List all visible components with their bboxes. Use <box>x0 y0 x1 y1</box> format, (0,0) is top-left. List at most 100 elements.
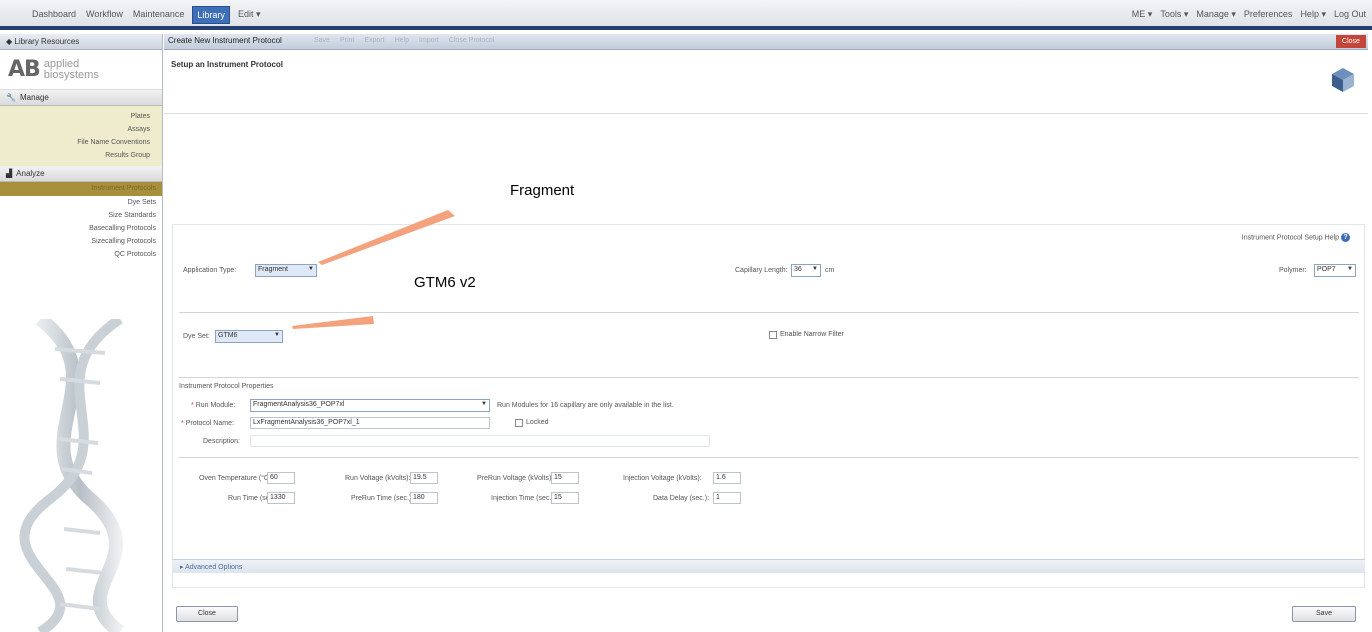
protocol-form: Instrument Protocol Setup Help ? Applica… <box>172 224 1365 588</box>
divider <box>179 457 1359 458</box>
prerun-voltage-input[interactable]: 15 <box>551 472 579 484</box>
menu-library[interactable]: Library <box>192 6 230 24</box>
page-header: Setup an Instrument Protocol <box>164 50 1368 114</box>
menu-maintenance[interactable]: Maintenance <box>131 9 187 24</box>
application-type-label: Application Type: <box>183 267 237 274</box>
dye-set-label: Dye Set: <box>183 333 210 340</box>
enable-narrow-filter-label: Enable Narrow Filter <box>780 331 844 338</box>
toolbar-import[interactable]: Import <box>419 37 439 44</box>
toolbar-save[interactable]: Save <box>314 37 330 44</box>
toolbar: Save Print Export Help Import Close Prot… <box>314 37 494 44</box>
description-input[interactable] <box>250 435 710 447</box>
injection-voltage-input[interactable]: 1.6 <box>713 472 741 484</box>
run-time-input[interactable]: 1330 <box>267 492 295 504</box>
chevron-down-icon: ▼ <box>274 332 280 338</box>
sidebar-item-qc-protocols[interactable]: QC Protocols <box>0 248 162 261</box>
company-logo: AB applied biosystems <box>0 50 162 90</box>
cube-logo-icon <box>1332 68 1354 92</box>
sidebar-item-results-group[interactable]: Results Group <box>0 149 156 162</box>
divider <box>179 377 1359 378</box>
logo-mark: AB <box>8 57 41 82</box>
sidebar-item-plates[interactable]: Plates <box>0 110 156 123</box>
injection-voltage-label: Injection Voltage (kVolts): <box>623 475 702 482</box>
locked-label: Locked <box>526 419 549 426</box>
data-delay-label: Data Delay (sec.): <box>653 495 710 502</box>
chevron-down-icon: ▼ <box>1347 266 1353 272</box>
save-button[interactable]: Save <box>1292 606 1356 622</box>
properties-heading: Instrument Protocol Properties <box>179 383 274 390</box>
advanced-options-toggle[interactable]: ▸ Advanced Options <box>172 559 1365 573</box>
dye-set-select[interactable]: GTM6 ▼ <box>215 330 283 343</box>
close-button[interactable]: Close <box>176 606 238 622</box>
main-menu: Dashboard Workflow Maintenance Library E… <box>30 6 263 24</box>
help-icon: ? <box>1341 233 1350 242</box>
sidebar-item-dye-sets[interactable]: Dye Sets <box>0 196 162 209</box>
toolbar-help[interactable]: Help <box>395 37 409 44</box>
polymer-select[interactable]: POP7 ▼ <box>1314 264 1356 277</box>
run-module-label: * Run Module: <box>191 402 236 409</box>
polymer-label: Polymer: <box>1279 267 1307 274</box>
oven-temperature-label: Oven Temperature (°C): <box>199 475 274 482</box>
sidebar-item-assays[interactable]: Assays <box>0 123 156 136</box>
logo-text-biosystems: biosystems <box>43 68 99 81</box>
menu-user[interactable]: ME ▾ <box>1132 9 1153 20</box>
prerun-time-input[interactable]: 180 <box>410 492 438 504</box>
page-title: Setup an Instrument Protocol <box>171 60 284 69</box>
data-delay-input[interactable]: 1 <box>713 492 741 504</box>
locked-checkbox[interactable] <box>515 419 523 427</box>
run-module-select[interactable]: FragmentAnalysis36_POP7xl ▼ <box>250 399 490 412</box>
menu-manage[interactable]: Manage ▾ <box>1196 9 1236 20</box>
chevron-down-icon: ▼ <box>481 401 487 407</box>
chart-icon: ▟ <box>6 169 13 178</box>
dna-helix-image <box>19 319 125 632</box>
manage-section-header[interactable]: 🔧 Manage <box>0 90 162 106</box>
toolbar-print[interactable]: Print <box>340 37 354 44</box>
tab-create-new-instrument-protocol[interactable]: Create New Instrument Protocol <box>168 36 282 45</box>
top-menu-bar: Dashboard Workflow Maintenance Library E… <box>0 0 1372 30</box>
main-panel: Create New Instrument Protocol Save Prin… <box>164 34 1372 632</box>
annotation-gtm6-v2: GTM6 v2 <box>414 274 476 291</box>
menu-dashboard[interactable]: Dashboard <box>30 9 78 24</box>
menu-logout[interactable]: Log Out <box>1334 9 1366 20</box>
prerun-time-label: PreRun Time (sec.): <box>351 495 414 502</box>
tab-bar: Create New Instrument Protocol Save Prin… <box>164 34 1368 50</box>
prerun-voltage-label: PreRun Voltage (kVolts): <box>477 475 554 482</box>
sidebar-item-instrument-protocols[interactable]: Instrument Protocols <box>0 182 162 196</box>
sidebar-header: ◆ Library Resources <box>0 34 162 50</box>
injection-time-label: Injection Time (sec.): <box>491 495 556 502</box>
run-module-note: Run Modules for 16 capillary are only av… <box>497 402 674 409</box>
chevron-down-icon: ▼ <box>308 266 314 272</box>
run-voltage-input[interactable]: 19.5 <box>410 472 438 484</box>
menu-workflow[interactable]: Workflow <box>84 9 125 24</box>
manage-list: Plates Assays File Name Conventions Resu… <box>0 106 162 166</box>
sidebar-item-file-name-conventions[interactable]: File Name Conventions <box>0 136 156 149</box>
toolbar-export[interactable]: Export <box>364 37 384 44</box>
annotation-fragment: Fragment <box>510 182 575 199</box>
menu-help[interactable]: Help ▾ <box>1300 9 1326 20</box>
setup-help-link[interactable]: Instrument Protocol Setup Help ? <box>1242 233 1350 242</box>
enable-narrow-filter-checkbox[interactable] <box>769 331 777 339</box>
description-label: Description: <box>203 438 240 445</box>
logo-text-applied: applied <box>43 57 80 70</box>
divider <box>179 312 1359 313</box>
menu-preferences[interactable]: Preferences <box>1244 9 1293 20</box>
injection-time-input[interactable]: 15 <box>551 492 579 504</box>
wrench-icon: 🔧 <box>6 93 16 102</box>
oven-temperature-input[interactable]: 60 <box>267 472 295 484</box>
menu-edit[interactable]: Edit ▾ <box>236 9 263 24</box>
analyze-section-header[interactable]: ▟ Analyze <box>0 166 162 182</box>
sidebar-item-basecalling-protocols[interactable]: Basecalling Protocols <box>0 222 162 235</box>
application-type-select[interactable]: Fragment ▼ <box>255 264 317 277</box>
library-sidebar: ◆ Library Resources AB applied biosystem… <box>0 34 163 632</box>
sidebar-item-size-standards[interactable]: Size Standards <box>0 209 162 222</box>
close-tab-button[interactable]: Close <box>1336 35 1366 48</box>
sidebar-item-sizecalling-protocols[interactable]: Sizecalling Protocols <box>0 235 162 248</box>
menu-tools[interactable]: Tools ▾ <box>1160 9 1188 20</box>
capillary-length-select[interactable]: 36 ▼ <box>791 264 821 277</box>
analyze-list: Instrument Protocols Dye Sets Size Stand… <box>0 182 162 265</box>
chevron-down-icon: ▼ <box>812 266 818 272</box>
toolbar-close-protocol[interactable]: Close Protocol <box>449 37 495 44</box>
protocol-name-input[interactable]: LxFragmentAnalysis36_POP7xl_1 <box>250 417 490 429</box>
capillary-length-unit: cm <box>825 267 835 274</box>
protocol-name-label: * Protocol Name: <box>181 420 234 427</box>
